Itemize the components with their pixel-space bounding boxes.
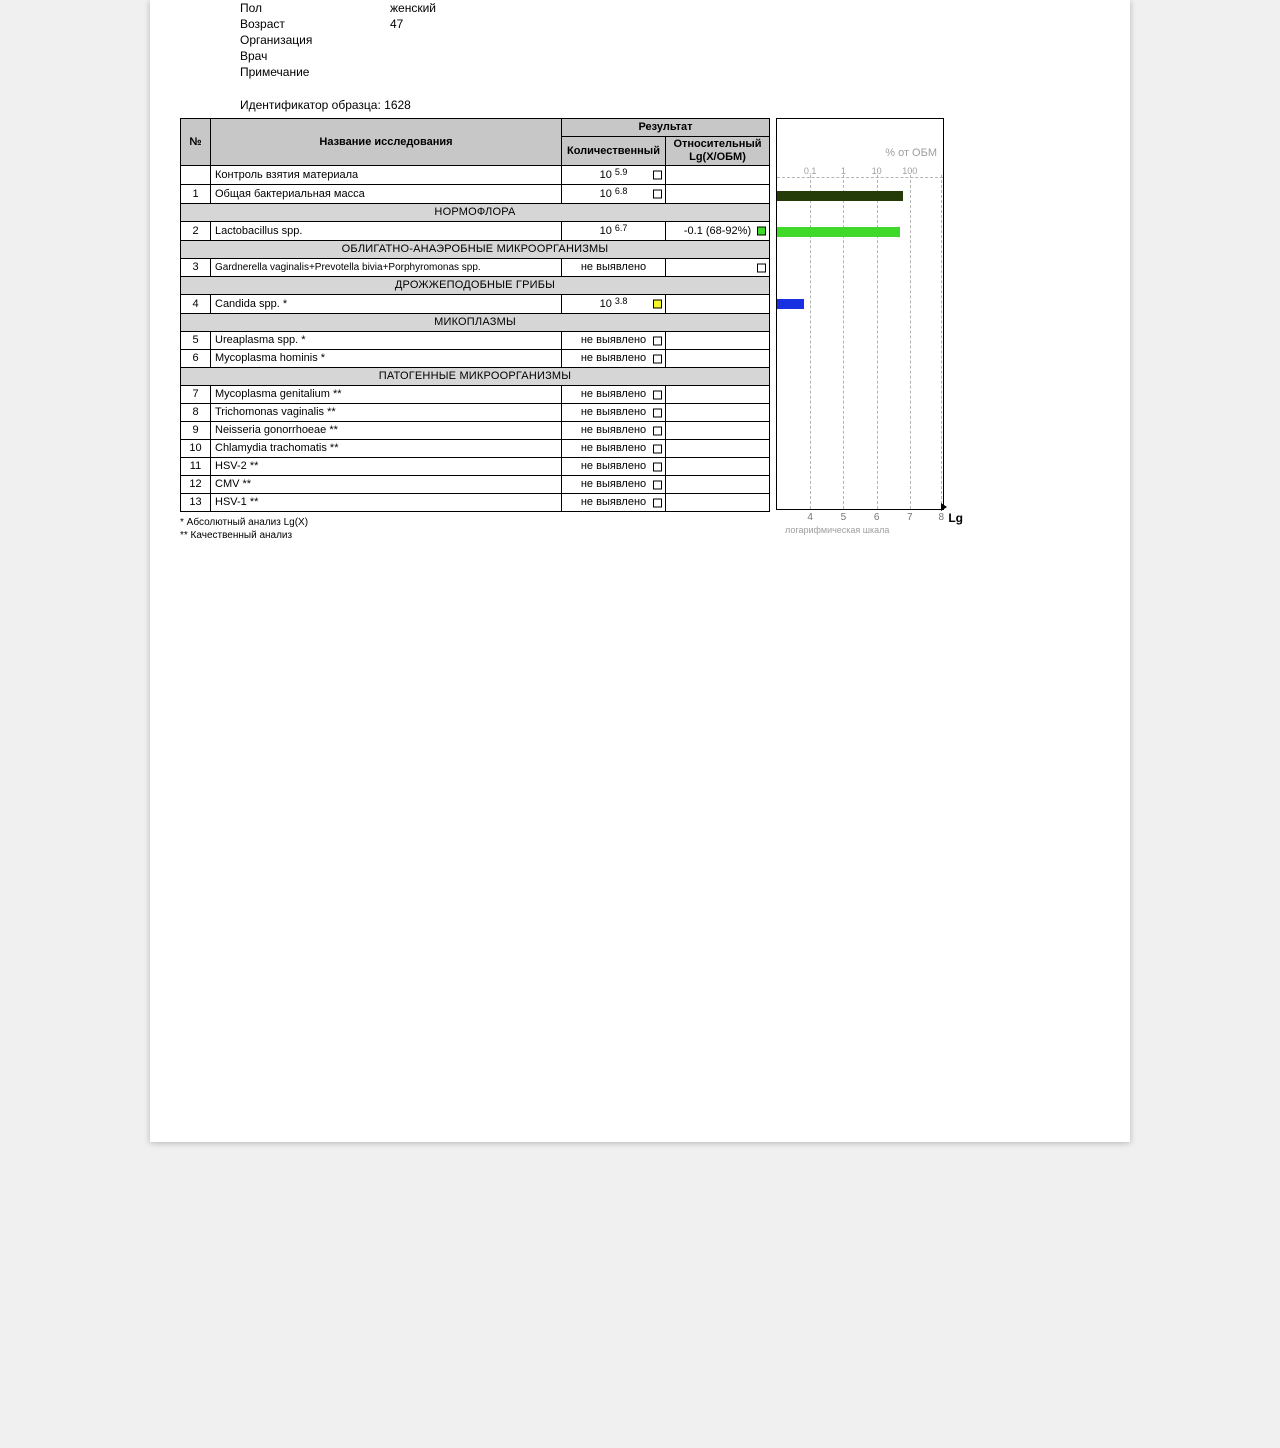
section-obligate: ОБЛИГАТНО-АНАЭРОБНЫЕ МИКРООРГАНИЗМЫ xyxy=(181,241,770,259)
table-row: Контроль взятия материала 105.9 xyxy=(181,166,770,185)
header-rel: Относительный Lg(X/ОБМ) xyxy=(666,137,770,166)
marker-icon xyxy=(653,390,662,399)
gridline xyxy=(810,175,811,509)
header-num: № xyxy=(181,119,211,166)
age-value: 47 xyxy=(390,16,403,32)
top-scale: 0.1 1 10 100 xyxy=(777,177,943,178)
footnotes: * Абсолютный анализ Lg(X) ** Качественны… xyxy=(180,516,770,542)
tick-label: 0.1 xyxy=(804,166,817,176)
chart: % от ОБМ 0.1 1 10 100 xyxy=(776,118,944,510)
footnote-1: * Абсолютный анализ Lg(X) xyxy=(180,516,770,529)
table-row: 4 Candida spp. * 103.8 xyxy=(181,295,770,314)
tick-label: 7 xyxy=(907,512,913,523)
sample-id: Идентификатор образца: 1628 xyxy=(240,98,1100,112)
section-yeast: ДРОЖЖЕПОДОБНЫЕ ГРИБЫ xyxy=(181,277,770,295)
axis-caption: логарифмическая шкала xyxy=(785,525,889,535)
chart-title: % от ОБМ xyxy=(885,147,937,159)
marker-icon xyxy=(653,408,662,417)
sex-value: женский xyxy=(390,0,436,16)
axis-label: Lg xyxy=(948,511,963,525)
header-quant: Количественный xyxy=(562,137,666,166)
tick-label: 4 xyxy=(807,512,813,523)
doctor-label: Врач xyxy=(240,48,390,64)
age-label: Возраст xyxy=(240,16,390,32)
marker-icon xyxy=(653,480,662,489)
tick-label: 100 xyxy=(902,166,917,176)
table-row: 13HSV-1 ** не выявлено xyxy=(181,494,770,512)
marker-icon xyxy=(653,462,662,471)
marker-icon xyxy=(653,426,662,435)
marker-icon xyxy=(653,354,662,363)
tick-label: 6 xyxy=(874,512,880,523)
gridline xyxy=(910,175,911,509)
gridline xyxy=(941,175,942,509)
patient-meta: Полженский Возраст47 Организация Врач Пр… xyxy=(240,0,1100,80)
table-row: 12CMV ** не выявлено xyxy=(181,476,770,494)
org-label: Организация xyxy=(240,32,390,48)
section-patho: ПАТОГЕННЫЕ МИКРООРГАНИЗМЫ xyxy=(181,368,770,386)
bar-lacto xyxy=(777,227,900,237)
table-row: 3 Gardnerella vaginalis+Prevotella bivia… xyxy=(181,259,770,277)
axis-arrow-icon xyxy=(941,503,947,511)
tick-label: 1 xyxy=(841,166,846,176)
marker-icon xyxy=(653,190,662,199)
gridline xyxy=(843,175,844,509)
table-row: 6 Mycoplasma hominis * не выявлено xyxy=(181,350,770,368)
table-row: 10Chlamydia trachomatis ** не выявлено xyxy=(181,440,770,458)
gridline xyxy=(877,175,878,509)
note-label: Примечание xyxy=(240,64,390,80)
marker-icon xyxy=(653,336,662,345)
marker-icon xyxy=(757,263,766,272)
header-name: Название исследования xyxy=(211,119,562,166)
sex-label: Пол xyxy=(240,0,390,16)
tick-label: 5 xyxy=(841,512,847,523)
marker-icon xyxy=(653,300,662,309)
footnote-2: ** Качественный анализ xyxy=(180,529,770,542)
table-row: 5 Ureaplasma spp. * не выявлено xyxy=(181,332,770,350)
header-result: Результат xyxy=(562,119,770,137)
bar-total xyxy=(777,191,903,201)
table-row: 9Neisseria gonorrhoeae ** не выявлено xyxy=(181,422,770,440)
tick-label: 8 xyxy=(939,512,945,523)
table-row: 1 Общая бактериальная масса 106.8 xyxy=(181,185,770,204)
section-myco: МИКОПЛАЗМЫ xyxy=(181,314,770,332)
table-header-row: № Название исследования Результат xyxy=(181,119,770,137)
report-page: Полженский Возраст47 Организация Врач Пр… xyxy=(150,0,1130,1142)
bar-candida xyxy=(777,299,804,309)
table-row: 2 Lactobacillus spp. 106.7 -0.1 (68-92%) xyxy=(181,222,770,241)
tick-label: 10 xyxy=(872,166,882,176)
results-table: № Название исследования Результат Количе… xyxy=(180,118,770,512)
section-normoflora: НОРМОФЛОРА xyxy=(181,204,770,222)
table-row: 8Trichomonas vaginalis ** не выявлено xyxy=(181,404,770,422)
table-row: 11HSV-2 ** не выявлено xyxy=(181,458,770,476)
table-row: 7Mycoplasma genitalium ** не выявлено xyxy=(181,386,770,404)
marker-icon xyxy=(653,171,662,180)
marker-icon xyxy=(653,444,662,453)
marker-icon xyxy=(757,227,766,236)
marker-icon xyxy=(653,498,662,507)
